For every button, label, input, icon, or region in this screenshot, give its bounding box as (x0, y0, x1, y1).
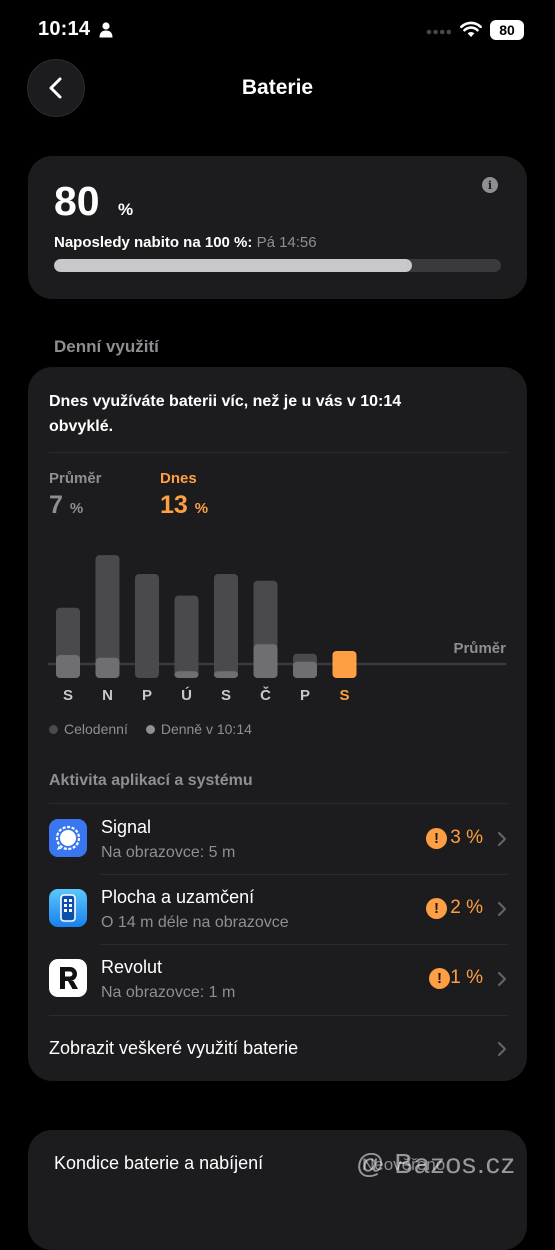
app-percent: 2 % (450, 897, 483, 918)
wifi-icon (460, 21, 482, 37)
day-tick-label: S (221, 687, 231, 704)
average-value: 7 % (49, 491, 83, 520)
bar-by-time (214, 671, 238, 678)
app-percent: 1 % (450, 967, 483, 988)
bar-today (332, 651, 357, 678)
divider (49, 1015, 507, 1016)
cellular-signal-icon (426, 29, 452, 35)
battery-percent: 80 (54, 178, 100, 224)
show-all-battery-usage-button[interactable]: Zobrazit veškeré využití baterie (49, 1038, 298, 1059)
bar-by-time (253, 644, 278, 678)
info-icon[interactable]: i (482, 177, 498, 193)
last-charged-label: Naposledy nabito na 100 %: (54, 234, 253, 251)
daily-usage-chart[interactable]: Průměr S N P Ú S Č P S (40, 535, 510, 705)
average-number: 7 (49, 491, 63, 519)
divider (101, 874, 507, 875)
bar-by-time (174, 671, 199, 678)
today-unit: % (194, 500, 209, 517)
today-number: 13 (160, 491, 188, 519)
battery-status-icon: 80 (490, 20, 524, 40)
divider (101, 944, 507, 945)
usage-notice: Dnes využíváte baterii víc, než je u vás… (49, 393, 402, 435)
status-time: 10:14 (38, 18, 91, 40)
app-percent: 3 % (450, 827, 483, 848)
battery-level-card (28, 156, 527, 299)
battery-level-fill (54, 259, 412, 272)
battery-level-bar (54, 259, 501, 272)
bar-by-time (95, 657, 120, 678)
chevron-right-icon (497, 831, 507, 847)
divider (49, 452, 507, 453)
app-name: Plocha a uzamčení (101, 887, 255, 907)
average-unit: % (69, 500, 84, 517)
apps-activity-title: Aktivita aplikací a systému (49, 772, 253, 789)
day-tick-label: P (142, 687, 152, 704)
legend-by-time: Denně v 10:14 (160, 721, 252, 737)
bar-by-time (293, 661, 317, 678)
day-tick-label: Ú (181, 686, 192, 704)
bar-full-day (174, 595, 199, 678)
bar-full-day (214, 574, 238, 678)
app-name: Revolut (101, 957, 163, 977)
watermark: @ Bazos.cz (356, 1148, 516, 1179)
bar-full-day (135, 574, 159, 678)
battery-percent-unit: % (118, 200, 134, 219)
page-title: Baterie (241, 76, 314, 99)
last-charged-time: Pá 14:56 (256, 234, 317, 251)
chevron-right-icon (497, 971, 507, 987)
day-tick-label: S (63, 687, 73, 704)
last-charged: Naposledy nabito na 100 %: Pá 14:56 (54, 234, 317, 251)
app-detail: Na obrazovce: 5 m (101, 844, 236, 861)
person-icon (99, 22, 113, 38)
app-row-revolut[interactable]: Revolut Na obrazovce: 1 m ! 1 % (49, 946, 507, 1016)
chevron-right-icon (497, 901, 507, 917)
warning-icon: ! (426, 828, 447, 849)
day-tick-label: P (300, 687, 310, 704)
revolut-icon (49, 959, 87, 997)
app-row-home-lock[interactable]: Plocha a uzamčení O 14 m déle na obrazov… (49, 876, 507, 946)
app-row-signal[interactable]: Signal Na obrazovce: 5 m ! 3 % (49, 806, 507, 876)
today-label: Dnes (160, 470, 197, 487)
divider (49, 803, 507, 804)
chart-legend: Celodenní Denně v 10:14 (49, 721, 252, 737)
legend-full-day-swatch (49, 724, 58, 734)
section-title-daily-usage: Denní využití (54, 337, 159, 356)
app-detail: O 14 m déle na obrazovce (101, 914, 289, 931)
legend-by-time-swatch (145, 724, 155, 734)
battery-health-label: Kondice baterie a nabíjení (54, 1153, 264, 1173)
bar-by-time (56, 655, 80, 678)
home-lock-screen-icon (49, 889, 87, 927)
chevron-right-icon (497, 1041, 507, 1057)
legend-full-day: Celodenní (64, 721, 128, 737)
app-name: Signal (101, 817, 152, 837)
warning-icon: ! (426, 898, 447, 919)
today-value: 13 % (160, 491, 208, 520)
average-label: Průměr (49, 470, 102, 487)
average-line-label: Průměr (453, 640, 506, 657)
warning-icon: ! (429, 968, 450, 989)
day-tick-label: N (102, 687, 113, 704)
day-tick-label: Č (260, 686, 271, 704)
app-detail: Na obrazovce: 1 m (101, 984, 236, 1001)
signal-icon (49, 819, 87, 857)
day-tick-label: S (339, 687, 349, 704)
